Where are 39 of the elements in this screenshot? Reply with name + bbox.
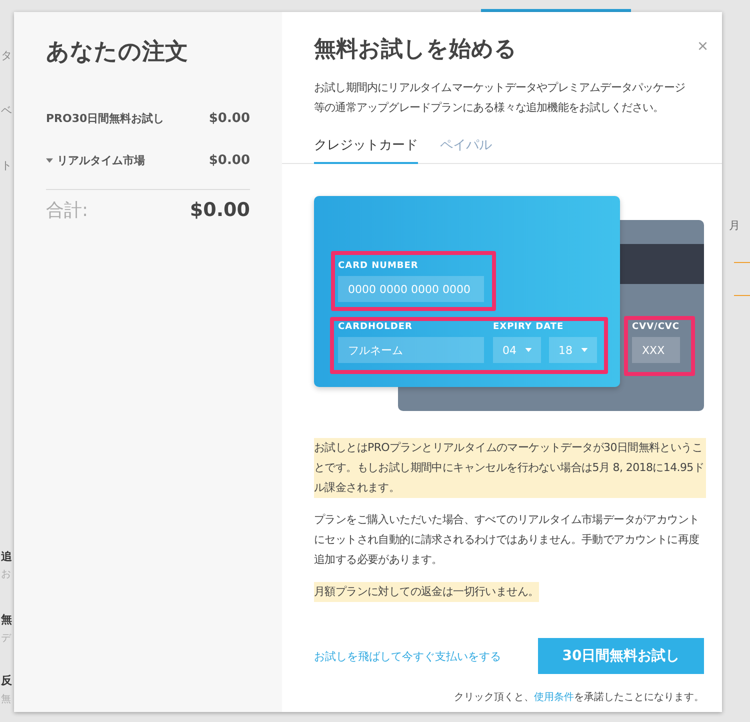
- background-text: タ: [1, 48, 12, 63]
- terms-link[interactable]: 使用条件: [534, 692, 574, 703]
- background-text: 反: [1, 673, 12, 688]
- total-label: 合計:: [46, 199, 88, 222]
- background-text: 月: [729, 218, 740, 233]
- description-text: お試し期間内にリアルタイムマーケットデータやプレミアムデータパッケージ等の通常アップグレードプランにある様々な追加機能をお試しください。: [314, 80, 686, 116]
- order-item-price: $0.00: [208, 110, 250, 126]
- order-item-label[interactable]: リアルタイム市場: [46, 152, 145, 168]
- field-label: CARD NUMBER: [338, 261, 418, 271]
- terms-text: クリック頂くと、使用条件を承諾したことになります。: [453, 690, 704, 704]
- notice-text: お試しとはPROプランとリアルタイムのマーケットデータが30日間無料ということです。もしお試し期間中にキャンセルを行わない場合は5月 8, 2018に14.95ドル課金されます。: [314, 438, 706, 498]
- background-text: お: [1, 568, 11, 581]
- caret-icon: [580, 348, 588, 352]
- payment-tab[interactable]: ペイパル: [440, 128, 492, 164]
- trial-title: 無料お試しを始める: [314, 36, 517, 64]
- background-text: 追: [1, 549, 12, 564]
- order-item-price: $0.00: [208, 152, 250, 168]
- background-text: デ: [1, 632, 11, 645]
- notice-text: 月額プランに対しての返金は一切行いません。: [314, 582, 539, 602]
- background-text: ベ: [1, 103, 12, 118]
- caret-icon: [46, 158, 53, 162]
- order-item-label: PRO30日間無料お試し: [46, 110, 164, 126]
- field-label: CVV/CVC: [632, 322, 680, 332]
- background-text: 無: [1, 612, 12, 627]
- start-trial-button[interactable]: 30日間無料お試し: [538, 638, 704, 674]
- caret-icon: [524, 348, 532, 352]
- month-select[interactable]: 04: [493, 337, 541, 363]
- highlight-frame: [624, 316, 695, 376]
- order-title: あなたの注文: [46, 38, 189, 67]
- background-text: 無: [1, 693, 11, 706]
- skip-trial-link[interactable]: お試しを飛ばして今すぐ支払いをする: [314, 648, 501, 664]
- close-button[interactable]: ×: [693, 34, 712, 58]
- background-text: ト: [1, 158, 12, 173]
- notice-text: プランをご購入いただいた場合、すべてのリアルタイム市場データがアカウントにセットされ自動的に請求されるわけではありません。手動でアカウントに再度追加する必要があります。: [314, 512, 700, 568]
- total-price: $0.00: [190, 199, 250, 221]
- payment-tab[interactable]: クレジットカード: [314, 128, 418, 164]
- field-label: CARDHOLDER: [338, 322, 412, 332]
- year-select[interactable]: 18: [549, 337, 597, 363]
- field-label: EXPIRY DATE: [493, 322, 564, 332]
